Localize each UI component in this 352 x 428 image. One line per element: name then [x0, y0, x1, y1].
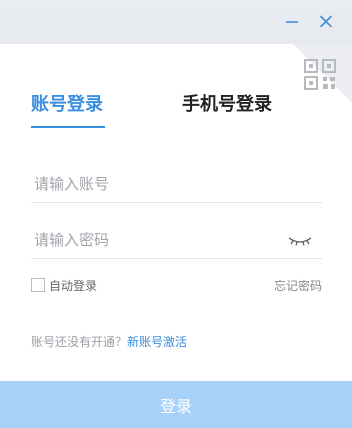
- minimize-button[interactable]: [276, 0, 312, 44]
- register-prompt: 账号还没有开通？: [31, 335, 128, 349]
- tab-phone-login-label: 手机号登录: [182, 94, 272, 115]
- tab-phone-login[interactable]: 手机号登录: [182, 90, 282, 130]
- account-field: [31, 160, 322, 210]
- password-underline: [31, 258, 322, 259]
- close-icon: [319, 15, 333, 27]
- minimize-icon: [286, 21, 298, 23]
- register-row: 账号还没有开通？新账号激活: [31, 333, 187, 350]
- show-password-toggle[interactable]: [285, 232, 315, 250]
- password-field: [31, 216, 322, 266]
- account-underline: [31, 202, 322, 203]
- auto-login-checkbox[interactable]: [31, 278, 45, 292]
- tab-account-login-label: 账号登录: [31, 94, 103, 115]
- title-bar: [0, 0, 352, 44]
- active-tab-indicator: [31, 126, 105, 128]
- login-button[interactable]: 登录: [0, 381, 352, 428]
- auto-login-label: 自动登录: [49, 279, 98, 293]
- password-input[interactable]: [31, 216, 284, 264]
- qr-login-toggle[interactable]: [293, 44, 352, 103]
- qr-code-icon: [293, 44, 352, 103]
- activate-account-link[interactable]: 新账号激活: [127, 335, 187, 349]
- eye-closed-icon: [288, 237, 312, 246]
- close-button[interactable]: [310, 0, 346, 44]
- forgot-password-link[interactable]: 忘记密码: [274, 277, 322, 294]
- account-input[interactable]: [31, 160, 284, 208]
- tab-account-login[interactable]: 账号登录: [31, 90, 105, 130]
